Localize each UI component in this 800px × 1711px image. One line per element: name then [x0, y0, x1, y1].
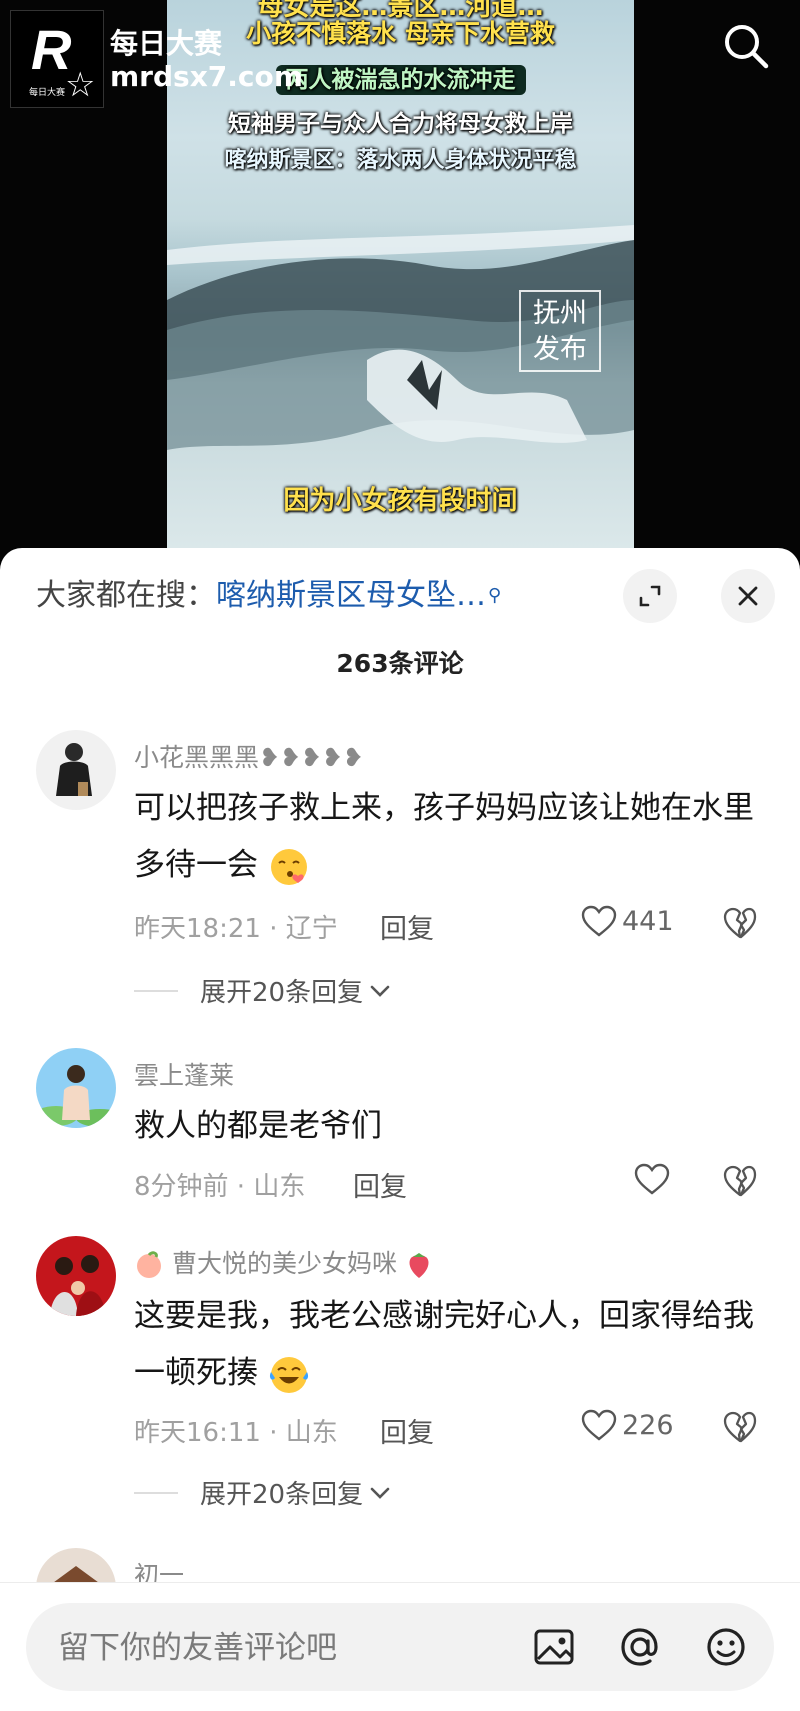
watermark-url: mrdsx7.com: [110, 60, 303, 93]
comment-text: 救人的都是老爷们: [134, 1108, 382, 1144]
like-count: 226: [622, 1409, 674, 1441]
chevron-down-icon: [370, 985, 390, 997]
dislike-button[interactable]: [722, 1164, 758, 1198]
watermark-name: 每日大赛: [110, 27, 223, 60]
expand-replies-label: 展开20条回复: [200, 978, 364, 1008]
divider: [134, 1491, 178, 1494]
close-button[interactable]: [721, 569, 775, 623]
heart-icon: [581, 1409, 617, 1441]
video-subtitle: 因为小女孩有段时间: [283, 486, 518, 516]
like-button[interactable]: 441: [580, 904, 674, 938]
heart-icon: [634, 1163, 670, 1195]
star-icon: ☆: [65, 65, 96, 105]
strawberry-emoji: [409, 1253, 429, 1278]
dislike-button[interactable]: [722, 906, 758, 940]
trending-search-link[interactable]: 喀纳斯景区母女坠…: [216, 578, 486, 613]
search-button[interactable]: [720, 20, 772, 72]
divider: [134, 989, 178, 992]
comment-time-location: 昨天18:21 · 辽宁: [134, 914, 338, 944]
at-icon: [621, 1628, 658, 1666]
comment-time-location: 昨天16:11 · 山东: [134, 1418, 338, 1448]
comment-count: 263条评论: [336, 649, 464, 678]
close-icon: [738, 586, 758, 606]
avatar[interactable]: [36, 1236, 116, 1316]
search-icon: ⚲: [488, 585, 502, 606]
trending-search-prefix: 大家都在搜：: [36, 578, 216, 613]
like-button[interactable]: 226: [580, 1408, 674, 1442]
publisher-stamp: 抚州发布: [519, 290, 601, 372]
video-caption-3: 短袖男子与众人合力将母女救上岸: [228, 111, 573, 137]
reply-button[interactable]: 回复: [353, 1165, 407, 1204]
image-icon: [534, 1629, 574, 1665]
emoji-icon: [707, 1628, 745, 1666]
expand-icon: [639, 585, 661, 607]
comment-text: 这要是我，我老公感谢完好心人，回家得给我一顿死揍: [134, 1288, 754, 1402]
avatar[interactable]: [36, 730, 116, 810]
comment-text: 可以把孩子救上来，孩子妈妈应该让她在水里多待一会: [134, 780, 754, 894]
comment-time-location: 8分钟前 · 山东: [134, 1172, 306, 1202]
comment-input-bar: [0, 1582, 800, 1711]
reply-button[interactable]: 回复: [380, 1411, 434, 1450]
comment-sheet: 大家都在搜：喀纳斯景区母女坠… ⚲ 263条评论 小花黑黑黑❥❥❥❥❥ 可以把孩子…: [0, 548, 800, 1710]
heart-icon: [581, 905, 617, 937]
expand-replies-label: 展开20条回复: [200, 1480, 364, 1510]
image-button[interactable]: [530, 1623, 578, 1671]
expand-replies-button[interactable]: 展开20条回复: [134, 972, 393, 1009]
broken-heart-icon: [723, 1165, 757, 1197]
video-player[interactable]: 母女是这…景区…河道… 小孩不慎落水 母亲下水营救 两人被湍急的水流冲走 短袖男…: [0, 0, 800, 560]
expand-replies-button[interactable]: 展开20条回复: [134, 1474, 393, 1511]
avatar[interactable]: [36, 1048, 116, 1128]
mention-button[interactable]: [616, 1623, 664, 1671]
like-button[interactable]: [633, 1162, 675, 1196]
expand-button[interactable]: [623, 569, 677, 623]
watermark-logo: R ☆ 每日大赛: [10, 10, 104, 108]
logo-caption: 每日大赛: [29, 88, 66, 98]
like-count: 441: [622, 905, 674, 937]
chevron-down-icon: [370, 1487, 390, 1499]
comment-input-container[interactable]: [26, 1603, 774, 1693]
kissing-face-emoji: [270, 848, 307, 885]
video-caption-4: 喀纳斯景区：落水两人身体状况平稳: [224, 148, 577, 173]
broken-heart-icon: [723, 907, 757, 939]
dislike-button[interactable]: [722, 1410, 758, 1444]
trending-search[interactable]: 大家都在搜：喀纳斯景区母女坠… ⚲: [36, 576, 501, 616]
broken-heart-icon: [723, 1411, 757, 1443]
comment-input[interactable]: [56, 1603, 500, 1693]
comment-author[interactable]: 曹大悦的美少女妈咪: [134, 1244, 433, 1280]
comment-author[interactable]: 雲上蓬莱: [134, 1056, 234, 1092]
crying-laughing-emoji: [269, 1356, 308, 1393]
comment-author[interactable]: 小花黑黑黑❥❥❥❥❥: [134, 738, 364, 774]
video-caption-1: 小孩不慎落水 母亲下水营救: [246, 19, 555, 48]
peach-emoji: [137, 1251, 161, 1278]
reply-button[interactable]: 回复: [380, 907, 434, 946]
emoji-button[interactable]: [702, 1623, 750, 1671]
search-icon: [725, 25, 769, 69]
